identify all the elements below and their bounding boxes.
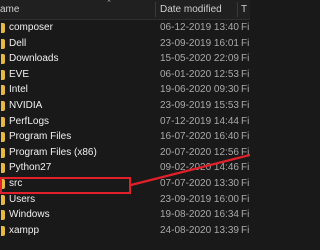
annotation-arrow bbox=[129, 153, 250, 187]
